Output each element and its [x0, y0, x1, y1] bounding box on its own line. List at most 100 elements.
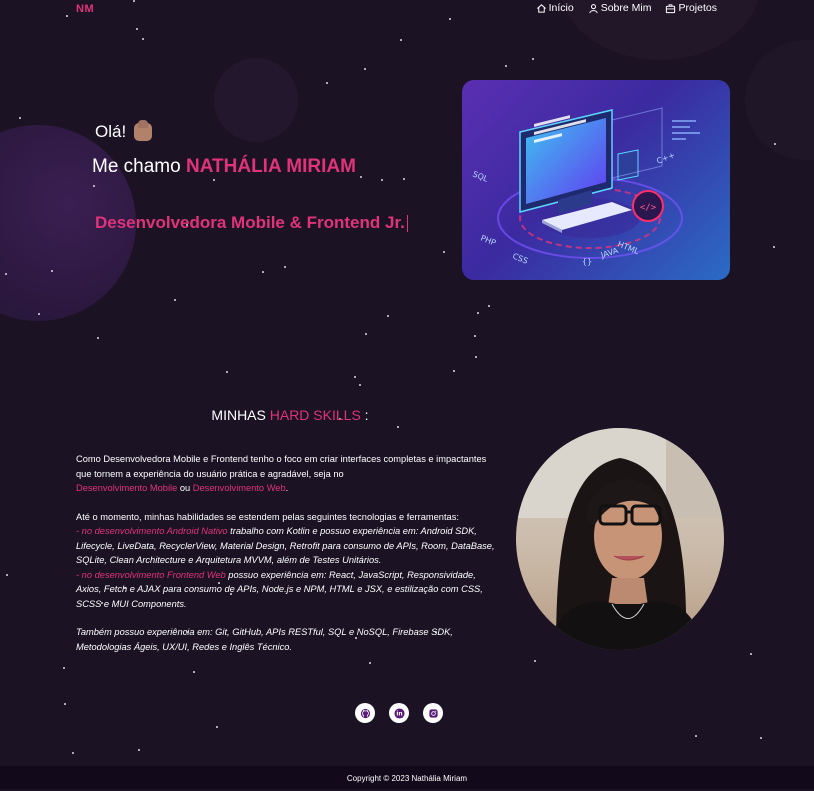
nav-item-label: Sobre Mim — [600, 2, 652, 14]
star — [193, 671, 195, 673]
nav-menu: Início Sobre Mim Projetos — [536, 2, 717, 14]
paragraph-skills: Até o momento, minhas habilidades se est… — [76, 510, 496, 612]
star — [477, 312, 479, 314]
star — [213, 179, 215, 181]
image-label-css: CSS — [511, 252, 529, 266]
intro-prefix: Me chamo — [92, 156, 181, 177]
star — [359, 384, 361, 386]
home-icon — [536, 3, 546, 13]
star — [142, 38, 144, 40]
image-label-cpp: C++ — [655, 150, 676, 165]
user-icon — [589, 3, 598, 13]
hard-skills-text: Como Desenvolvedora Mobile e Frontend te… — [76, 452, 496, 654]
image-code-tag: </> — [640, 203, 657, 213]
star — [63, 667, 65, 669]
role-title: Desenvolvedora Mobile & Frontend Jr. — [95, 213, 409, 233]
linkedin-icon: in — [393, 707, 405, 719]
greeting: Olá! — [95, 120, 153, 142]
copyright-text: Copyright © 2023 Nathália Miriam — [346, 774, 468, 783]
typing-cursor — [406, 215, 409, 233]
briefcase-icon — [666, 3, 676, 13]
paragraph-text: ou — [177, 483, 193, 493]
title-suffix: : — [360, 407, 369, 423]
image-label-sql: SQL — [471, 170, 490, 184]
logo[interactable]: NM — [76, 3, 94, 15]
top-nav: NM Início Sobre Mim Projetos — [0, 0, 814, 20]
star — [138, 749, 140, 751]
star — [284, 266, 286, 268]
star — [360, 176, 362, 178]
dark-orb — [214, 58, 298, 142]
star — [72, 752, 74, 754]
star — [364, 68, 366, 70]
github-link[interactable] — [355, 703, 375, 723]
nav-item-inicio[interactable]: Início — [536, 2, 574, 14]
nav-item-projetos[interactable]: Projetos — [665, 2, 717, 14]
star — [387, 315, 389, 317]
paragraph-other: Também possuo experiência em: Git, GitHu… — [76, 627, 453, 652]
social-links: in — [355, 703, 443, 723]
star — [381, 179, 383, 181]
star — [400, 39, 402, 41]
star — [174, 299, 176, 301]
footer: Copyright © 2023 Nathália Miriam — [0, 766, 814, 789]
title-highlight: HARD SKILLS — [269, 407, 361, 423]
star — [488, 305, 490, 307]
star — [262, 271, 264, 273]
developer-name: NATHÁLIA MIRIAM — [185, 156, 356, 177]
star — [532, 58, 534, 60]
star — [453, 370, 455, 372]
dark-orb — [745, 40, 814, 160]
star — [760, 737, 762, 739]
paragraph-text: . — [285, 483, 289, 493]
star — [369, 662, 371, 664]
star — [136, 28, 138, 30]
svg-text:in: in — [396, 710, 402, 717]
greeting-text: Olá! — [95, 122, 127, 141]
isometric-computer-illustration: </> SQL PHP CSS C++ HTML JAVA {} — [471, 107, 700, 266]
star — [6, 574, 8, 576]
hard-skills-title: MINHAS HARD SKILLS : — [0, 407, 580, 423]
star — [474, 335, 476, 337]
star — [93, 185, 95, 187]
star — [216, 726, 218, 728]
star — [443, 251, 445, 253]
linkedin-link[interactable]: in — [389, 703, 409, 723]
star — [38, 313, 40, 315]
paragraph-text: Como Desenvolvedora Mobile e Frontend te… — [76, 454, 487, 479]
instagram-icon — [428, 708, 438, 718]
star — [354, 376, 356, 378]
star — [774, 143, 776, 145]
link-desenvolvimento-web[interactable]: Desenvolvimento Web — [193, 483, 286, 493]
star — [505, 65, 507, 67]
github-icon — [360, 708, 370, 718]
title-prefix: MINHAS — [211, 407, 266, 423]
hero-illustration: </> SQL PHP CSS C++ HTML JAVA {} — [462, 80, 730, 280]
profile-photo — [516, 428, 724, 650]
role-text: Desenvolvedora Mobile & Frontend Jr. — [95, 213, 405, 232]
link-desenvolvimento-mobile[interactable]: Desenvolvimento Mobile — [76, 483, 177, 493]
star — [403, 178, 405, 180]
star — [326, 82, 328, 84]
star — [64, 703, 66, 705]
instagram-link[interactable] — [423, 703, 443, 723]
nav-item-label: Início — [548, 2, 574, 14]
nav-item-sobre-mim[interactable]: Sobre Mim — [588, 2, 652, 14]
star — [51, 270, 53, 272]
paragraph-text: Até o momento, minhas habilidades se est… — [76, 511, 459, 522]
intro-line: Me chamo NATHÁLIA MIRIAM — [92, 156, 356, 178]
waving-hand-icon — [134, 120, 153, 141]
star — [226, 371, 228, 373]
star — [97, 337, 99, 339]
star — [773, 246, 775, 248]
star — [750, 653, 752, 655]
image-label-php: PHP — [479, 234, 497, 248]
star — [695, 735, 697, 737]
web-label: - no desenvolvimento Frontend Web — [76, 569, 226, 580]
star — [365, 333, 367, 335]
star — [475, 356, 477, 358]
nav-item-label: Projetos — [678, 2, 717, 14]
android-label: - no desenvolvimento Android Nativo — [76, 526, 228, 536]
image-label-braces: {} — [582, 257, 592, 266]
star — [5, 273, 7, 275]
